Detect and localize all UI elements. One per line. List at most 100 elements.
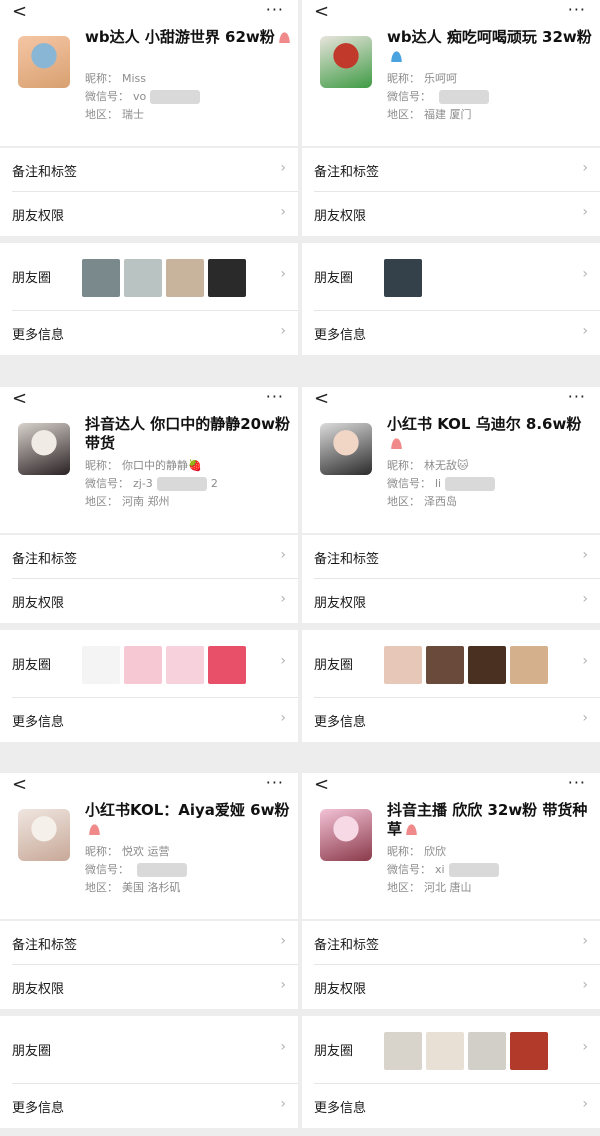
- moments-row[interactable]: 朋友圈 ›: [0, 630, 298, 698]
- more-menu-icon[interactable]: ···: [266, 773, 284, 793]
- contact-card-4: < ··· 小红书 KOL 乌迪尔 8.6w粉 昵称： 林无敌🐱 微信号： li 地区： 泽西岛…: [302, 387, 600, 765]
- back-arrow-icon[interactable]: <: [12, 2, 27, 22]
- profile-header: 小红书KOL：Aiya爱娅 6w粉 昵称： 悦欢 运营 微信号： 地区： 美国 洛杉矶: [0, 801, 298, 919]
- female-gender-icon: [278, 32, 290, 43]
- more-menu-icon[interactable]: ···: [568, 387, 586, 407]
- notes-and-tags-row[interactable]: 备注和标签 ›: [302, 535, 600, 579]
- friend-permissions-row-label: 朋友权限: [12, 209, 65, 224]
- more-menu-icon[interactable]: ···: [568, 0, 586, 20]
- back-arrow-icon[interactable]: <: [314, 775, 329, 795]
- moments-thumbnail: [510, 1032, 548, 1070]
- chevron-right-icon: ›: [582, 160, 588, 176]
- more-info-row[interactable]: 更多信息 ›: [0, 1084, 298, 1128]
- moments-thumbnail: [82, 646, 120, 684]
- friend-permissions-row[interactable]: 朋友权限 ›: [302, 192, 600, 236]
- friend-permissions-row[interactable]: 朋友权限 ›: [302, 579, 600, 623]
- more-info-row[interactable]: 更多信息 ›: [0, 311, 298, 355]
- more-menu-icon[interactable]: ···: [266, 0, 284, 20]
- wechat-id-line-value: vo: [133, 90, 147, 103]
- friend-permissions-row[interactable]: 朋友权限 ›: [0, 579, 298, 623]
- nav-bar: < ···: [0, 773, 298, 801]
- chevron-right-icon: ›: [280, 160, 286, 176]
- contact-card-1: < ··· wb达人 小甜游世界 62w粉 昵称： Miss 微信号： vo 地区： 瑞士 备注和…: [0, 0, 298, 378]
- notes-and-tags-row[interactable]: 备注和标签 ›: [302, 921, 600, 965]
- wechat-id-line-value: xi: [435, 863, 445, 876]
- back-arrow-icon[interactable]: <: [314, 2, 329, 22]
- chevron-right-icon: ›: [280, 547, 286, 563]
- region-line-value: 河南 郑州: [122, 495, 170, 508]
- region-line: 地区： 河北 唐山: [387, 881, 472, 895]
- avatar[interactable]: [320, 809, 372, 861]
- chevron-right-icon: ›: [582, 933, 588, 949]
- region-line: 地区： 泽西岛: [387, 495, 457, 509]
- more-info-row[interactable]: 更多信息 ›: [302, 1084, 600, 1128]
- divider: [314, 310, 600, 311]
- friend-permissions-row[interactable]: 朋友权限 ›: [0, 192, 298, 236]
- nav-bar: < ···: [0, 0, 298, 28]
- contact-title: 小红书KOL：Aiya爱娅 6w粉: [85, 801, 290, 839]
- wechat-id-line-label: 微信号：: [85, 90, 129, 103]
- wechat-id-line-value: li: [435, 477, 442, 490]
- avatar[interactable]: [18, 809, 70, 861]
- notes-and-tags-row-label: 备注和标签: [12, 165, 78, 180]
- divider: [12, 578, 298, 579]
- contact-card-5: < ··· 小红书KOL：Aiya爱娅 6w粉 昵称： 悦欢 运营 微信号： 地区： 美国 洛…: [0, 773, 298, 1136]
- more-info-row-label: 更多信息: [12, 328, 65, 343]
- moments-row[interactable]: 朋友圈 ›: [0, 1016, 298, 1084]
- back-arrow-icon[interactable]: <: [314, 389, 329, 409]
- moments-row-label: 朋友圈: [314, 658, 354, 673]
- notes-and-tags-row[interactable]: 备注和标签 ›: [302, 148, 600, 192]
- chevron-right-icon: ›: [280, 204, 286, 220]
- contact-title-text: wb达人 痴吃呵喝顽玩 32w粉: [387, 28, 592, 46]
- region-line-value: 泽西岛: [424, 495, 457, 508]
- chevron-right-icon: ›: [582, 204, 588, 220]
- more-info-row[interactable]: 更多信息 ›: [0, 698, 298, 742]
- nickname-line-label: 昵称：: [85, 459, 118, 472]
- friend-permissions-row[interactable]: 朋友权限 ›: [0, 965, 298, 1009]
- nickname-line-label: 昵称：: [387, 845, 420, 858]
- more-menu-icon[interactable]: ···: [266, 387, 284, 407]
- region-line-label: 地区：: [85, 881, 118, 894]
- avatar[interactable]: [320, 423, 372, 475]
- contact-title-text: 抖音达人 你口中的静静20w粉 带货: [85, 415, 290, 452]
- region-line-value: 河北 唐山: [424, 881, 472, 894]
- moments-row[interactable]: 朋友圈 ›: [302, 1016, 600, 1084]
- nickname-line: 昵称： 你口中的静静🍓: [85, 459, 202, 473]
- friend-permissions-row[interactable]: 朋友权限 ›: [302, 965, 600, 1009]
- more-menu-icon[interactable]: ···: [568, 773, 586, 793]
- region-line: 地区： 瑞士: [85, 108, 144, 122]
- back-arrow-icon[interactable]: <: [12, 775, 27, 795]
- moments-thumbnail: [208, 646, 246, 684]
- avatar[interactable]: [18, 36, 70, 88]
- more-info-row[interactable]: 更多信息 ›: [302, 311, 600, 355]
- wechat-id-line-label: 微信号：: [85, 863, 129, 876]
- notes-and-tags-row[interactable]: 备注和标签 ›: [0, 921, 298, 965]
- moments-row[interactable]: 朋友圈 ›: [0, 243, 298, 311]
- nickname-line-value: 你口中的静静🍓: [122, 459, 202, 472]
- moments-thumbnail: [124, 259, 162, 297]
- moments-row[interactable]: 朋友圈 ›: [302, 630, 600, 698]
- profile-header: 抖音达人 你口中的静静20w粉 带货 昵称： 你口中的静静🍓 微信号： zj-3 2 地区：…: [0, 415, 298, 533]
- chevron-right-icon: ›: [582, 653, 588, 669]
- profile-header: 小红书 KOL 乌迪尔 8.6w粉 昵称： 林无敌🐱 微信号： li 地区： 泽西岛: [302, 415, 600, 533]
- nickname-line-value: 欣欣: [424, 845, 446, 858]
- contact-title-text: 小红书 KOL 乌迪尔 8.6w粉: [387, 415, 582, 433]
- nav-bar: < ···: [302, 773, 600, 801]
- divider: [314, 697, 600, 698]
- nickname-line: 昵称： 乐呵呵: [387, 72, 457, 86]
- moments-thumbnail: [166, 259, 204, 297]
- moments-row[interactable]: 朋友圈 ›: [302, 243, 600, 311]
- notes-and-tags-row[interactable]: 备注和标签 ›: [0, 148, 298, 192]
- divider: [12, 1083, 298, 1084]
- more-info-row[interactable]: 更多信息 ›: [302, 698, 600, 742]
- nav-bar: < ···: [0, 387, 298, 415]
- chevron-right-icon: ›: [582, 266, 588, 282]
- avatar[interactable]: [18, 423, 70, 475]
- notes-and-tags-row-label: 备注和标签: [12, 552, 78, 567]
- notes-and-tags-row[interactable]: 备注和标签 ›: [0, 535, 298, 579]
- chevron-right-icon: ›: [280, 266, 286, 282]
- back-arrow-icon[interactable]: <: [12, 389, 27, 409]
- avatar[interactable]: [320, 36, 372, 88]
- moments-thumbnail: [468, 1032, 506, 1070]
- contact-card-3: < ··· 抖音达人 你口中的静静20w粉 带货 昵称： 你口中的静静🍓 微信号： zj-3…: [0, 387, 298, 765]
